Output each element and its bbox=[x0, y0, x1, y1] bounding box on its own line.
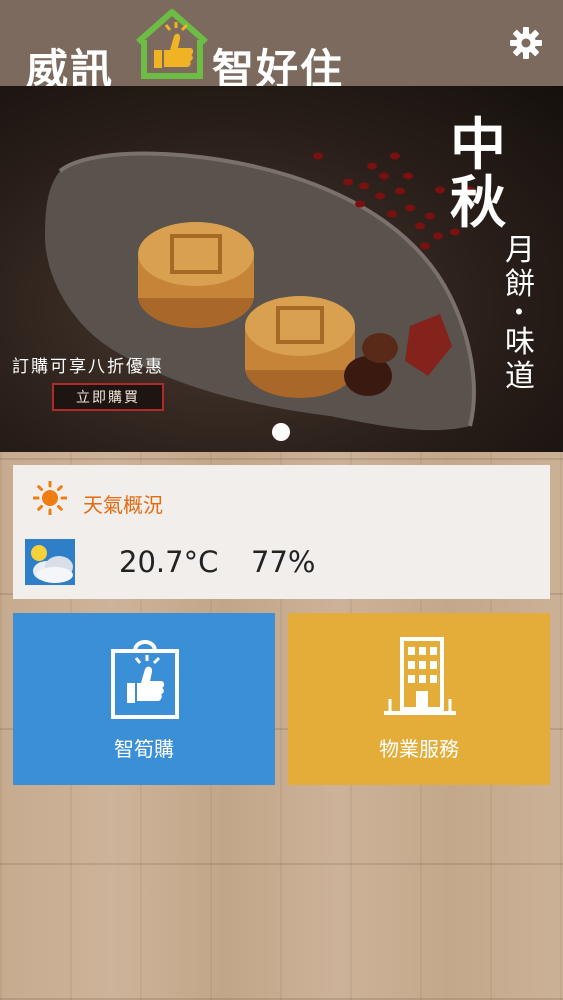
title-big: 中秋 bbox=[450, 112, 506, 236]
promo-text: 訂購可享八折優惠 bbox=[12, 357, 164, 377]
app-header: 威訊 智好住 bbox=[0, 0, 563, 94]
property-service-tile[interactable]: 物業服務 bbox=[288, 613, 550, 785]
property-service-label: 物業服務 bbox=[379, 737, 459, 761]
shopping-bag-thumbs-up-icon bbox=[111, 640, 179, 719]
building-icon bbox=[384, 637, 456, 715]
weather-card: 天氣概況 20.7°C 77% bbox=[13, 465, 550, 599]
app-logo: 威訊 智好住 bbox=[22, 6, 382, 94]
title-dot: ・ bbox=[505, 296, 534, 329]
smart-shop-label: 智筍購 bbox=[114, 737, 174, 761]
title-line2: 味道 bbox=[505, 325, 535, 394]
carousel-dot-indicator[interactable] bbox=[271, 422, 291, 442]
title-line1: 月餅 bbox=[505, 233, 535, 302]
house-thumbs-up-icon bbox=[136, 9, 208, 79]
weather-title: 天氣概況 bbox=[83, 493, 163, 517]
partly-cloudy-icon bbox=[25, 539, 75, 585]
smart-shop-tile[interactable]: 智筍購 bbox=[13, 613, 275, 785]
humidity-value: 77% bbox=[251, 545, 316, 579]
buy-now-button[interactable]: 立即購買 bbox=[52, 383, 164, 411]
temperature-value: 20.7°C bbox=[119, 545, 219, 579]
settings-gear-icon[interactable] bbox=[509, 26, 543, 60]
sun-icon bbox=[33, 481, 67, 515]
